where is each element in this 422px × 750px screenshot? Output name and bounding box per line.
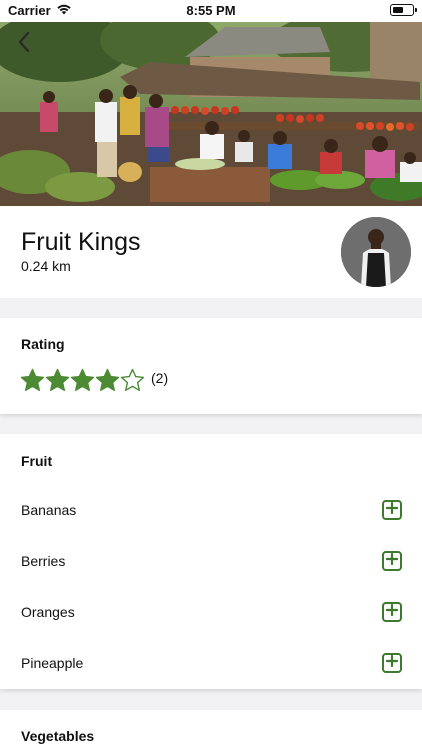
plus-icon bbox=[385, 501, 399, 519]
vegetables-section: Vegetables bbox=[0, 710, 422, 750]
item-label: Berries bbox=[21, 553, 66, 569]
add-button[interactable] bbox=[382, 551, 402, 571]
item-label: Oranges bbox=[21, 604, 75, 620]
star-empty-icon[interactable] bbox=[120, 368, 145, 393]
star-filled-icon[interactable] bbox=[95, 368, 120, 393]
item-label: Pineapple bbox=[21, 655, 84, 671]
star-filled-icon[interactable] bbox=[20, 368, 45, 393]
list-item[interactable]: Bananas bbox=[0, 485, 422, 536]
plus-icon bbox=[385, 603, 399, 621]
vegetables-section-title: Vegetables bbox=[21, 728, 95, 744]
status-right bbox=[390, 4, 417, 16]
screen: Carrier 8:55 PM Fruit Kings 0.24 km Rati… bbox=[0, 0, 422, 750]
rating-title: Rating bbox=[21, 336, 65, 352]
fruit-section: Fruit Bananas Berries Oranges Pineapple bbox=[0, 434, 422, 689]
hero-image bbox=[0, 22, 422, 206]
list-item[interactable]: Berries bbox=[0, 536, 422, 587]
market-scene-illustration bbox=[0, 22, 422, 206]
chevron-left-icon bbox=[17, 31, 31, 58]
plus-icon bbox=[385, 654, 399, 672]
store-distance: 0.24 km bbox=[21, 258, 71, 274]
add-button[interactable] bbox=[382, 653, 402, 673]
item-label: Bananas bbox=[21, 502, 77, 518]
list-item[interactable]: Oranges bbox=[0, 587, 422, 638]
star-filled-icon[interactable] bbox=[45, 368, 70, 393]
plus-icon bbox=[385, 552, 399, 570]
add-button[interactable] bbox=[382, 602, 402, 622]
status-bar: Carrier 8:55 PM bbox=[0, 0, 422, 22]
back-button[interactable] bbox=[10, 30, 38, 58]
store-name: Fruit Kings bbox=[21, 228, 141, 256]
avatar[interactable] bbox=[341, 217, 411, 287]
status-time: 8:55 PM bbox=[186, 3, 236, 18]
rating-count: (2) bbox=[151, 369, 169, 386]
rating-card: Rating (2) bbox=[0, 318, 422, 414]
star-filled-icon[interactable] bbox=[70, 368, 95, 393]
vendor-photo bbox=[341, 217, 411, 287]
list-item[interactable]: Pineapple bbox=[0, 638, 422, 689]
store-info-card: Fruit Kings 0.24 km bbox=[0, 206, 422, 298]
fruit-section-title: Fruit bbox=[21, 453, 53, 469]
add-button[interactable] bbox=[382, 500, 402, 520]
star-rating[interactable]: (2) bbox=[20, 368, 168, 393]
battery-icon bbox=[390, 4, 417, 16]
